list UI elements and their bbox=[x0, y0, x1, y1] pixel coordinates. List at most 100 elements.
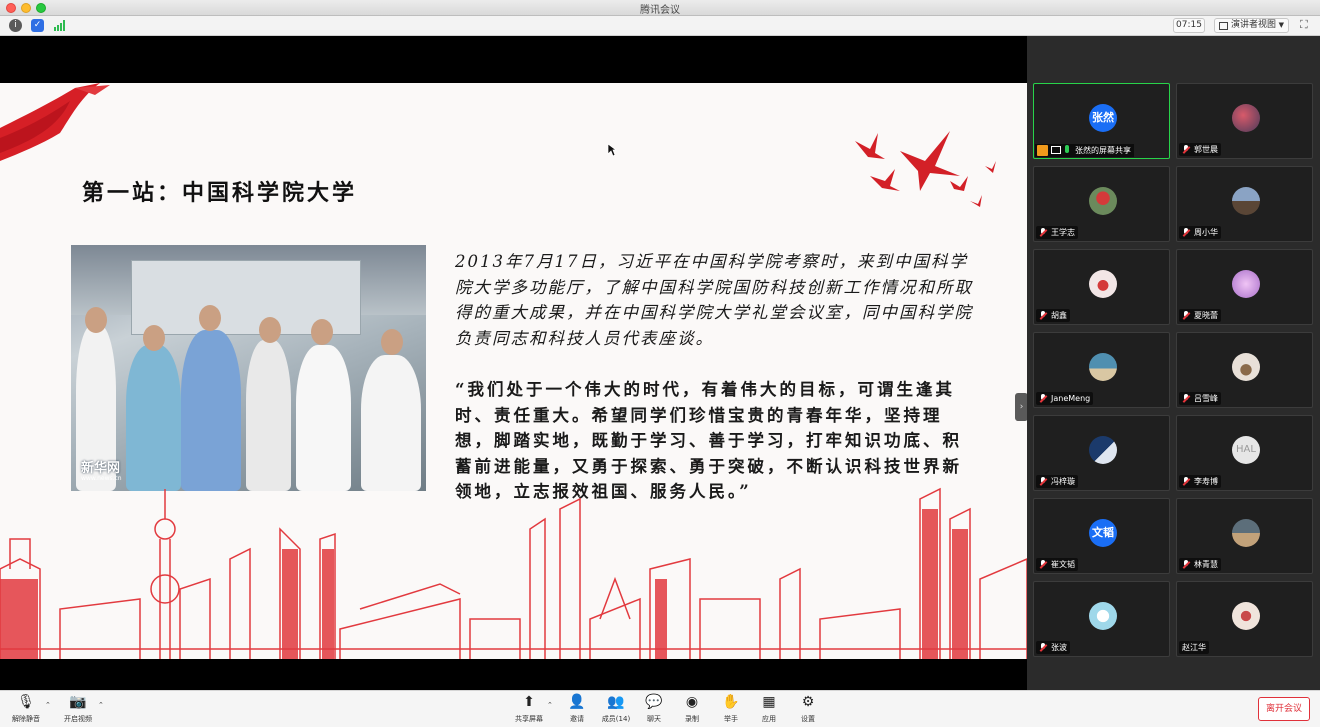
invite-button[interactable]: 👤 邀请 bbox=[557, 694, 597, 726]
apps-label: 应用 bbox=[762, 715, 776, 723]
raise-hand-label: 举手 bbox=[724, 715, 738, 723]
avatar: HAL bbox=[1232, 436, 1260, 464]
mic-muted-icon bbox=[1039, 643, 1047, 652]
security-shield-icon[interactable]: ✓ bbox=[31, 19, 44, 32]
participant-name-tag: 张波 bbox=[1036, 641, 1070, 654]
participant-name-tag: 吕雪峰 bbox=[1179, 392, 1221, 405]
participant-name: 郭世晨 bbox=[1194, 145, 1218, 154]
participant-tile[interactable]: 文韬 崔文韬 bbox=[1033, 498, 1170, 574]
share-screen-label: 共享屏幕 bbox=[515, 715, 543, 723]
red-city-skyline-decoration bbox=[0, 487, 1027, 659]
participant-tile[interactable]: 王学志 bbox=[1033, 166, 1170, 242]
avatar bbox=[1232, 519, 1260, 547]
apps-grid-icon: ▦ bbox=[762, 694, 776, 710]
avatar bbox=[1089, 602, 1117, 630]
participant-name-tag: 王学志 bbox=[1036, 226, 1078, 239]
record-icon: ◉ bbox=[685, 694, 699, 710]
add-user-icon: 👤 bbox=[568, 694, 586, 710]
participant-tile[interactable]: JaneMeng bbox=[1033, 332, 1170, 408]
raise-hand-button[interactable]: ✋ 举手 bbox=[711, 694, 751, 726]
mic-muted-icon bbox=[1039, 311, 1047, 320]
leave-meeting-button[interactable]: 离开会议 bbox=[1258, 697, 1310, 721]
mouse-pointer-icon bbox=[607, 143, 617, 157]
participant-tile[interactable]: 赵江华 bbox=[1176, 581, 1313, 657]
window-titlebar: 腾讯会议 bbox=[0, 0, 1320, 16]
window-title: 腾讯会议 bbox=[640, 5, 680, 16]
participant-tile[interactable]: 吕雪峰 bbox=[1176, 332, 1313, 408]
flying-doves-decoration bbox=[855, 131, 996, 207]
participant-name: 夏晓蕾 bbox=[1194, 311, 1218, 320]
start-video-label: 开启视频 bbox=[64, 715, 92, 723]
screen-share-icon bbox=[1051, 146, 1061, 154]
shared-screen-area: 第一站：中国科学院大学 新华网 www.news.cn 2013年7月17日，习… bbox=[0, 36, 1028, 690]
participant-name-tag: 周小华 bbox=[1179, 226, 1221, 239]
participant-tile[interactable]: 郭世晨 bbox=[1176, 83, 1313, 159]
participant-tile[interactable]: 冯梓璇 bbox=[1033, 415, 1170, 491]
participant-tile[interactable]: 夏晓蕾 bbox=[1176, 249, 1313, 325]
avatar bbox=[1232, 602, 1260, 630]
participant-name: 王学志 bbox=[1051, 228, 1075, 237]
meeting-timer: 07:15 bbox=[1173, 18, 1205, 33]
avatar: 文韬 bbox=[1089, 519, 1117, 547]
audio-options-caret-icon[interactable]: ⌃ bbox=[45, 701, 51, 709]
hand-icon: ✋ bbox=[722, 694, 740, 710]
participant-tile[interactable]: 张然 张然的屏幕共享 bbox=[1033, 83, 1170, 159]
participant-name: 张然的屏幕共享 bbox=[1075, 146, 1131, 155]
meeting-info-icon[interactable]: i bbox=[9, 19, 22, 32]
photo-watermark: 新华网 bbox=[81, 461, 121, 476]
participant-name: 李寿博 bbox=[1194, 477, 1218, 486]
screen-share-label: 张然的屏幕共享 bbox=[1035, 144, 1134, 157]
participant-video-gallery: 张然 张然的屏幕共享 郭世晨 王学志 周小华 胡鑫 夏晓蕾 JaneMeng 吕… bbox=[1027, 36, 1320, 690]
slide-paragraph-1: 2013年7月17日，习近平在中国科学院考察时，来到中国科学院大学多功能厅，了解… bbox=[455, 252, 973, 348]
members-icon: 👥 bbox=[607, 694, 625, 710]
presentation-slide: 第一站：中国科学院大学 新华网 www.news.cn 2013年7月17日，习… bbox=[0, 83, 1027, 659]
mic-muted-icon bbox=[1182, 394, 1190, 403]
participant-name-tag: 林青慧 bbox=[1179, 558, 1221, 571]
avatar bbox=[1089, 436, 1117, 464]
unmute-button[interactable]: 🎙 解除静音 bbox=[6, 694, 46, 726]
members-label: 成员(14) bbox=[601, 715, 631, 723]
meeting-info-bar: i ✓ 07:15 演讲者视图 ▼ ⛶ bbox=[0, 16, 1320, 36]
network-signal-icon[interactable] bbox=[54, 20, 66, 31]
settings-label: 设置 bbox=[801, 715, 815, 723]
participant-name-tag: JaneMeng bbox=[1036, 392, 1094, 405]
settings-button[interactable]: ⚙ 设置 bbox=[788, 694, 828, 726]
participant-tile[interactable]: HAL 李寿博 bbox=[1176, 415, 1313, 491]
participant-tile[interactable]: 林青慧 bbox=[1176, 498, 1313, 574]
mic-muted-icon: 🎙 bbox=[17, 694, 35, 710]
participant-name: 吕雪峰 bbox=[1194, 394, 1218, 403]
mic-on-icon bbox=[1065, 145, 1069, 153]
share-screen-button[interactable]: ⬆ 共享屏幕 bbox=[509, 694, 549, 726]
mic-muted-icon bbox=[1039, 477, 1047, 486]
participant-tile[interactable]: 张波 bbox=[1033, 581, 1170, 657]
record-label: 录制 bbox=[685, 715, 699, 723]
view-mode-dropdown[interactable]: 演讲者视图 ▼ bbox=[1214, 18, 1289, 33]
participant-tile[interactable]: 周小华 bbox=[1176, 166, 1313, 242]
news-photo: 新华网 www.news.cn bbox=[71, 245, 426, 491]
avatar bbox=[1232, 270, 1260, 298]
record-button[interactable]: ◉ 录制 bbox=[672, 694, 712, 726]
gear-icon: ⚙ bbox=[801, 694, 815, 710]
apps-button[interactable]: ▦ 应用 bbox=[749, 694, 789, 726]
participant-tile[interactable]: 胡鑫 bbox=[1033, 249, 1170, 325]
avatar bbox=[1089, 270, 1117, 298]
participant-name-tag: 胡鑫 bbox=[1036, 309, 1070, 322]
participant-name: 崔文韬 bbox=[1051, 560, 1075, 569]
speaker-view-icon bbox=[1219, 22, 1228, 30]
view-mode-label: 演讲者视图 bbox=[1231, 20, 1277, 30]
video-off-icon: 📷 bbox=[69, 694, 87, 710]
share-options-caret-icon[interactable]: ⌃ bbox=[547, 701, 553, 709]
participant-name: 张波 bbox=[1051, 643, 1067, 652]
avatar bbox=[1232, 187, 1260, 215]
mic-muted-icon bbox=[1039, 394, 1047, 403]
avatar bbox=[1089, 187, 1117, 215]
red-ribbon-decoration bbox=[0, 83, 110, 161]
video-options-caret-icon[interactable]: ⌃ bbox=[98, 701, 104, 709]
members-button[interactable]: 👥 成员(14) bbox=[596, 694, 636, 726]
start-video-button[interactable]: 📷 开启视频 bbox=[58, 694, 98, 726]
chat-button[interactable]: 💬 聊天 bbox=[634, 694, 674, 726]
avatar bbox=[1232, 353, 1260, 381]
participant-name-tag: 夏晓蕾 bbox=[1179, 309, 1221, 322]
fullscreen-icon[interactable]: ⛶ bbox=[1300, 19, 1312, 31]
participant-name: 胡鑫 bbox=[1051, 311, 1067, 320]
